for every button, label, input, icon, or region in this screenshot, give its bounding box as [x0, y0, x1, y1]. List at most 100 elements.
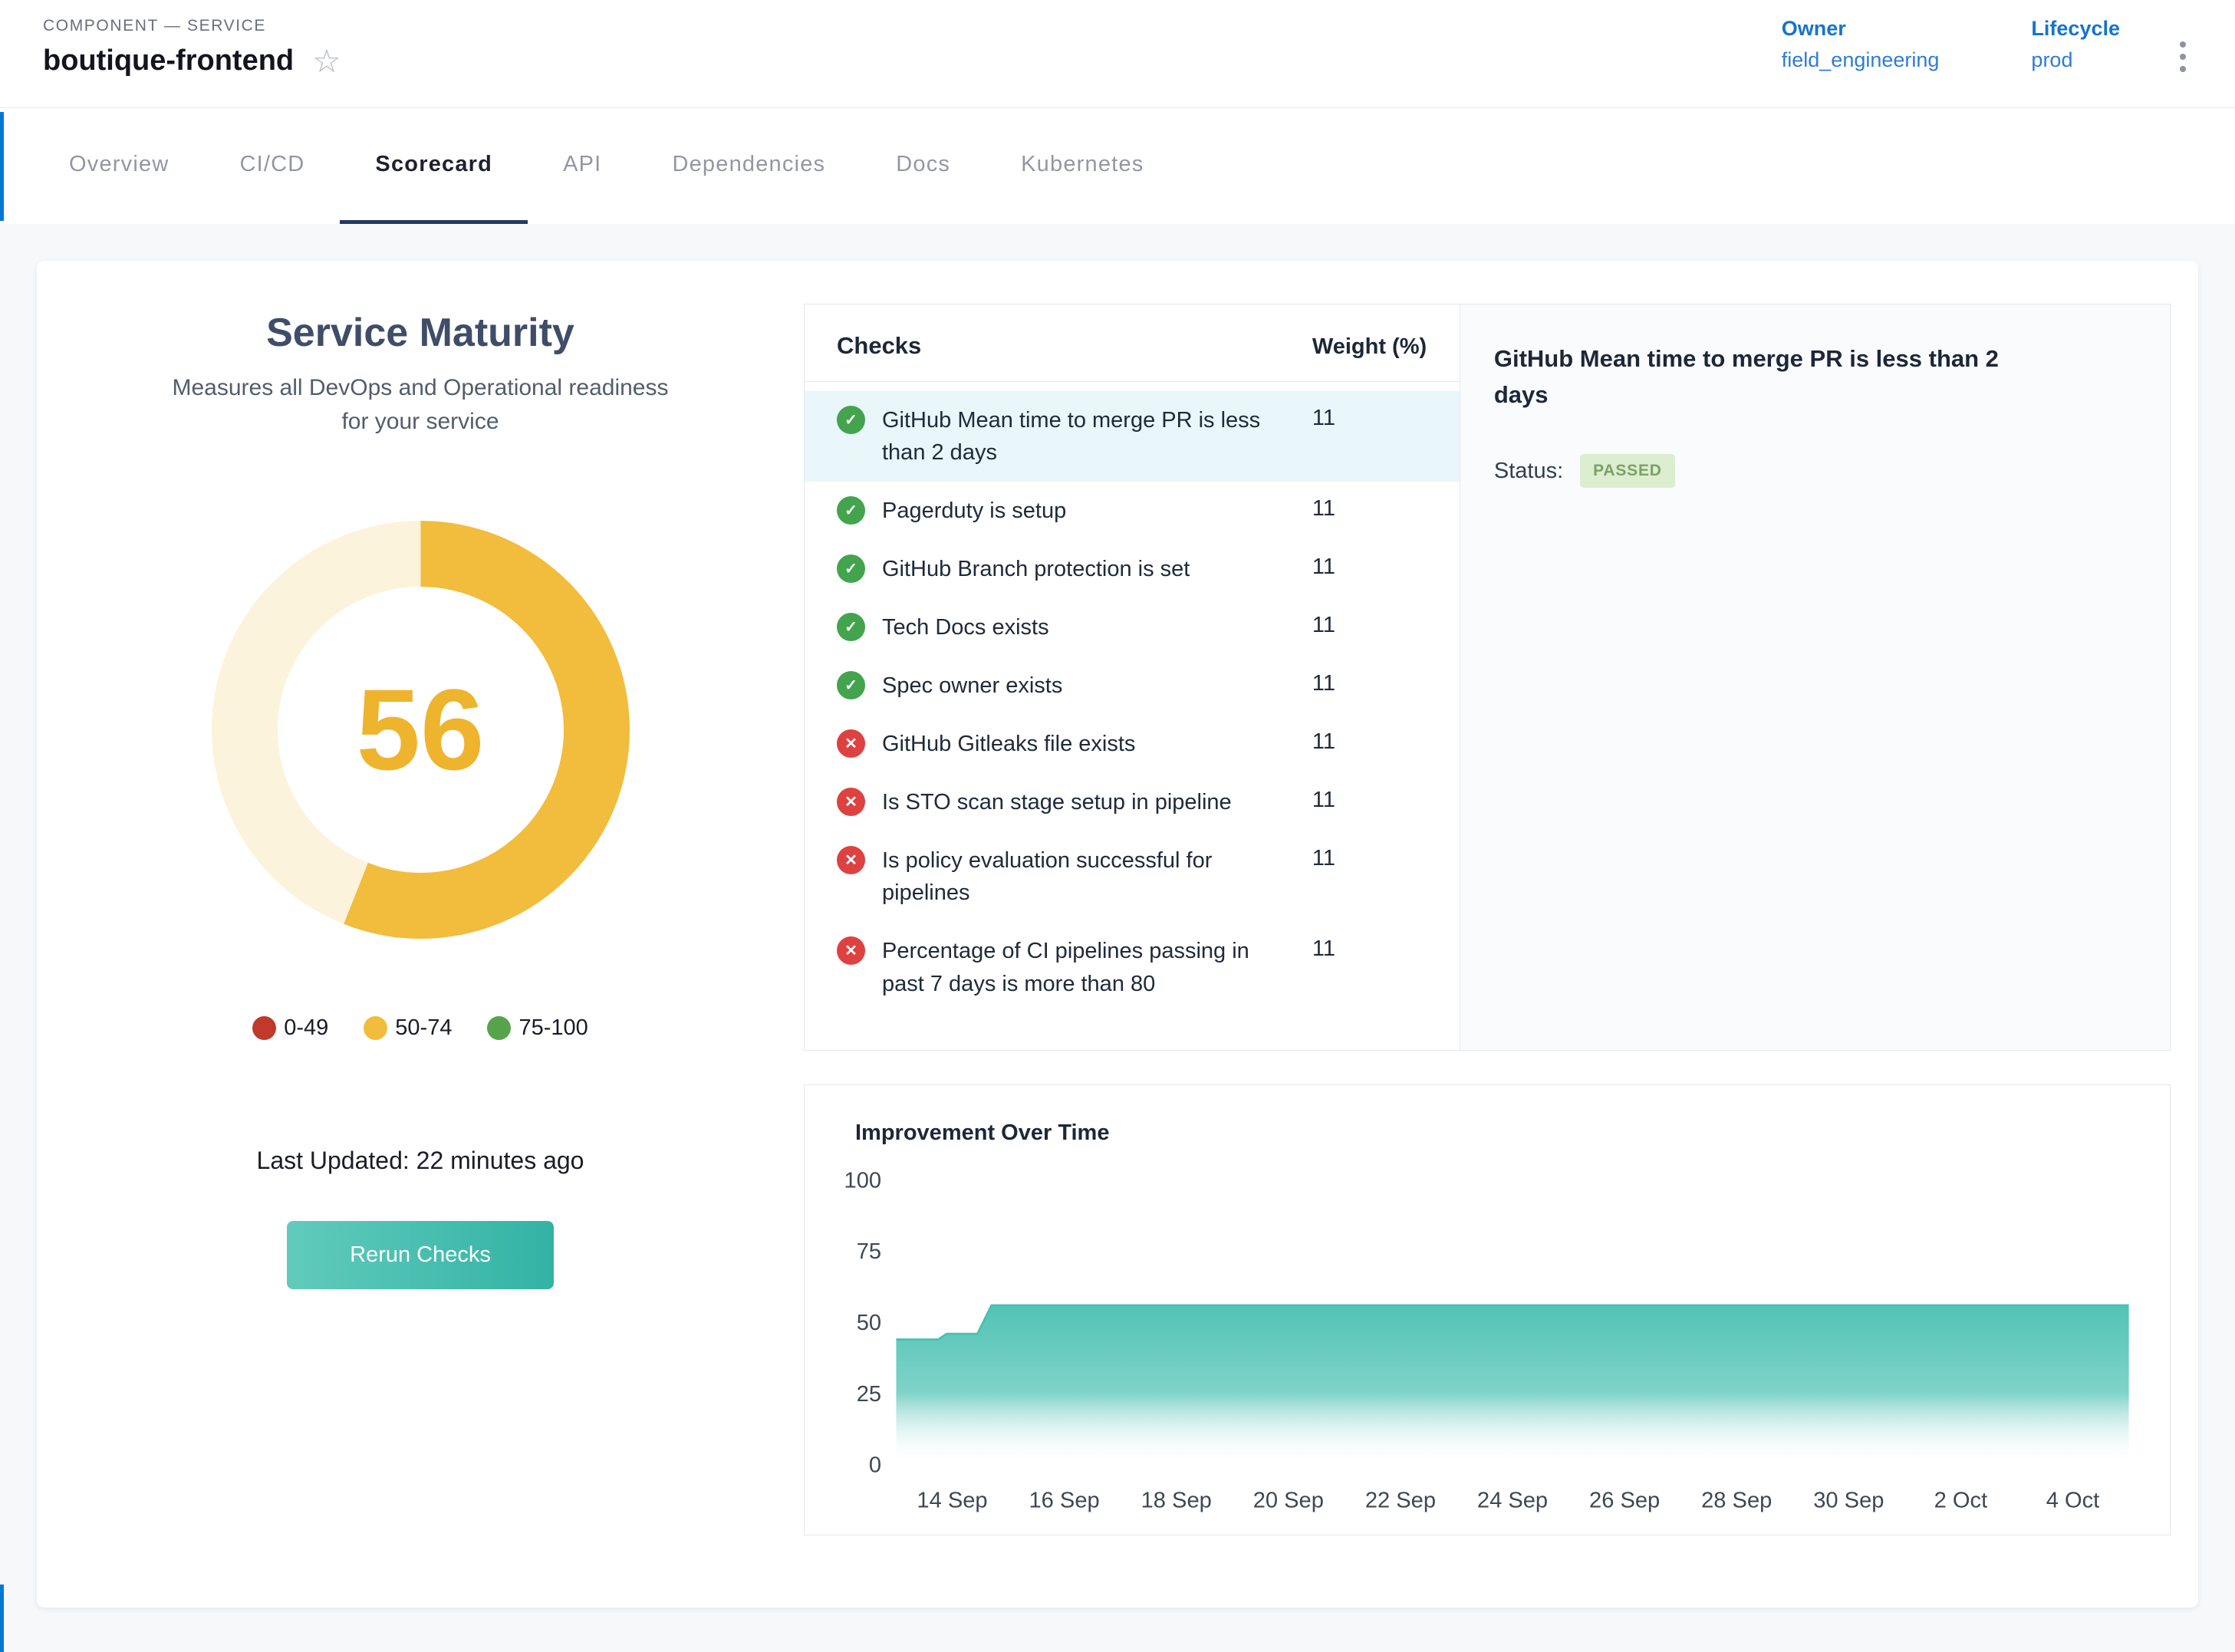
checks-header: Checks Weight (%): [805, 304, 1460, 382]
maturity-subtitle: Measures all DevOps and Operational read…: [171, 371, 670, 438]
scorecard-card: Service Maturity Measures all DevOps and…: [37, 261, 2198, 1608]
owner-value[interactable]: field_engineering: [1782, 48, 1940, 72]
check-passed-icon: [837, 406, 865, 434]
tab-dependencies[interactable]: Dependencies: [637, 108, 861, 224]
header: COMPONENT — SERVICE boutique-frontend ☆ …: [0, 0, 2235, 108]
svg-text:16 Sep: 16 Sep: [1029, 1488, 1100, 1512]
page-title: boutique-frontend: [43, 44, 294, 77]
svg-text:4 Oct: 4 Oct: [2046, 1488, 2100, 1512]
tab-overview[interactable]: Overview: [34, 108, 204, 224]
svg-text:22 Sep: 22 Sep: [1365, 1488, 1436, 1512]
legend-item: 0-49: [252, 1015, 328, 1041]
check-row[interactable]: Is policy evaluation successful for pipe…: [805, 831, 1460, 922]
owner-block: Owner field_engineering: [1782, 17, 1940, 72]
svg-text:28 Sep: 28 Sep: [1701, 1488, 1772, 1512]
maturity-title: Service Maturity: [37, 310, 804, 356]
legend-dot-yellow: [364, 1016, 387, 1040]
tab-kubernetes[interactable]: Kubernetes: [986, 108, 1179, 224]
content-area: Service Maturity Measures all DevOps and…: [0, 224, 2235, 1651]
left-edge-accent-bottom: [0, 1585, 4, 1652]
legend-label: 75-100: [518, 1015, 588, 1041]
trend-title: Improvement Over Time: [855, 1121, 2144, 1146]
check-row[interactable]: Spec owner exists 11: [805, 657, 1460, 715]
check-detail-panel: GitHub Mean time to merge PR is less tha…: [1460, 304, 2170, 1050]
maturity-score: 56: [212, 521, 630, 939]
trend-panel: Improvement Over Time 100755025014 Sep16…: [804, 1084, 2171, 1535]
svg-text:75: 75: [857, 1239, 881, 1264]
check-label: GitHub Branch protection is set: [882, 553, 1312, 585]
tab-cicd[interactable]: CI/CD: [204, 108, 340, 224]
lifecycle-block: Lifecycle prod: [2031, 17, 2120, 72]
status-badge: PASSED: [1580, 454, 1675, 488]
tab-api[interactable]: API: [528, 108, 637, 224]
check-weight: 11: [1312, 935, 1427, 962]
check-passed-icon: [837, 496, 865, 525]
checks-detail-panel: Checks Weight (%) GitHub Mean time to me…: [804, 304, 2171, 1051]
check-row[interactable]: GitHub Branch protection is set 11: [805, 540, 1460, 598]
check-weight: 11: [1312, 404, 1427, 431]
check-label: Tech Docs exists: [882, 611, 1312, 643]
check-label: GitHub Mean time to merge PR is less tha…: [882, 404, 1312, 469]
svg-text:26 Sep: 26 Sep: [1589, 1488, 1660, 1512]
check-label: Is STO scan stage setup in pipeline: [882, 786, 1312, 818]
svg-text:50: 50: [857, 1311, 881, 1335]
check-passed-icon: [837, 613, 865, 641]
check-weight: 11: [1312, 844, 1427, 871]
maturity-gauge: 56: [212, 521, 630, 939]
status-label: Status:: [1494, 459, 1563, 484]
trend-chart: 100755025014 Sep16 Sep18 Sep20 Sep22 Sep…: [826, 1167, 2144, 1518]
score-legend: 0-49 50-74 75-100: [37, 1015, 804, 1041]
legend-label: 0-49: [284, 1015, 328, 1041]
check-weight: 11: [1312, 553, 1427, 580]
owner-label: Owner: [1782, 17, 1940, 41]
check-row[interactable]: Percentage of CI pipelines passing in pa…: [805, 922, 1460, 1012]
maturity-panel: Service Maturity Measures all DevOps and…: [37, 261, 804, 1608]
check-failed-icon: [837, 729, 865, 758]
svg-text:14 Sep: 14 Sep: [917, 1488, 987, 1512]
check-label: Spec owner exists: [882, 670, 1312, 702]
check-failed-icon: [837, 936, 865, 965]
checks-area: Checks Weight (%) GitHub Mean time to me…: [804, 261, 2198, 1608]
kebab-menu-icon[interactable]: [2175, 37, 2191, 77]
check-detail-title: GitHub Mean time to merge PR is less tha…: [1494, 341, 2016, 413]
tab-docs[interactable]: Docs: [861, 108, 986, 224]
check-weight: 11: [1312, 495, 1427, 522]
lifecycle-value: prod: [2031, 48, 2120, 72]
check-row[interactable]: GitHub Gitleaks file exists 11: [805, 715, 1460, 773]
check-weight: 11: [1312, 786, 1427, 813]
checks-panel: Checks Weight (%) GitHub Mean time to me…: [805, 304, 1460, 1050]
legend-label: 50-74: [395, 1015, 452, 1041]
last-updated-text: Last Updated: 22 minutes ago: [37, 1147, 804, 1175]
check-row[interactable]: Tech Docs exists 11: [805, 598, 1460, 657]
check-label: Is policy evaluation successful for pipe…: [882, 844, 1312, 909]
check-label: Pagerduty is setup: [882, 495, 1312, 527]
rerun-checks-button[interactable]: Rerun Checks: [287, 1221, 554, 1289]
check-failed-icon: [837, 788, 865, 816]
tab-scorecard[interactable]: Scorecard: [340, 108, 528, 224]
check-label: Percentage of CI pipelines passing in pa…: [882, 935, 1312, 999]
legend-dot-green: [487, 1016, 511, 1040]
svg-text:20 Sep: 20 Sep: [1253, 1488, 1324, 1512]
checks-title: Checks: [837, 332, 921, 360]
legend-dot-red: [252, 1016, 276, 1040]
favorite-star-icon[interactable]: ☆: [312, 45, 341, 77]
check-passed-icon: [837, 555, 865, 583]
check-weight: 11: [1312, 611, 1427, 638]
check-row[interactable]: GitHub Mean time to merge PR is less tha…: [805, 391, 1460, 482]
check-rows: GitHub Mean time to merge PR is less tha…: [805, 382, 1460, 1013]
check-weight: 11: [1312, 728, 1427, 755]
tab-bar: Overview CI/CD Scorecard API Dependencie…: [0, 108, 2235, 224]
svg-text:25: 25: [857, 1381, 881, 1406]
check-row[interactable]: Pagerduty is setup 11: [805, 482, 1460, 540]
check-weight: 11: [1312, 670, 1427, 696]
legend-item: 50-74: [364, 1015, 452, 1041]
svg-text:24 Sep: 24 Sep: [1477, 1488, 1548, 1512]
svg-text:30 Sep: 30 Sep: [1813, 1488, 1884, 1512]
check-label: GitHub Gitleaks file exists: [882, 728, 1312, 760]
check-row[interactable]: Is STO scan stage setup in pipeline 11: [805, 773, 1460, 831]
check-failed-icon: [837, 846, 865, 874]
legend-item: 75-100: [487, 1015, 588, 1041]
left-edge-accent-top: [0, 112, 4, 221]
svg-text:2 Oct: 2 Oct: [1934, 1488, 1988, 1512]
svg-text:18 Sep: 18 Sep: [1141, 1488, 1212, 1512]
